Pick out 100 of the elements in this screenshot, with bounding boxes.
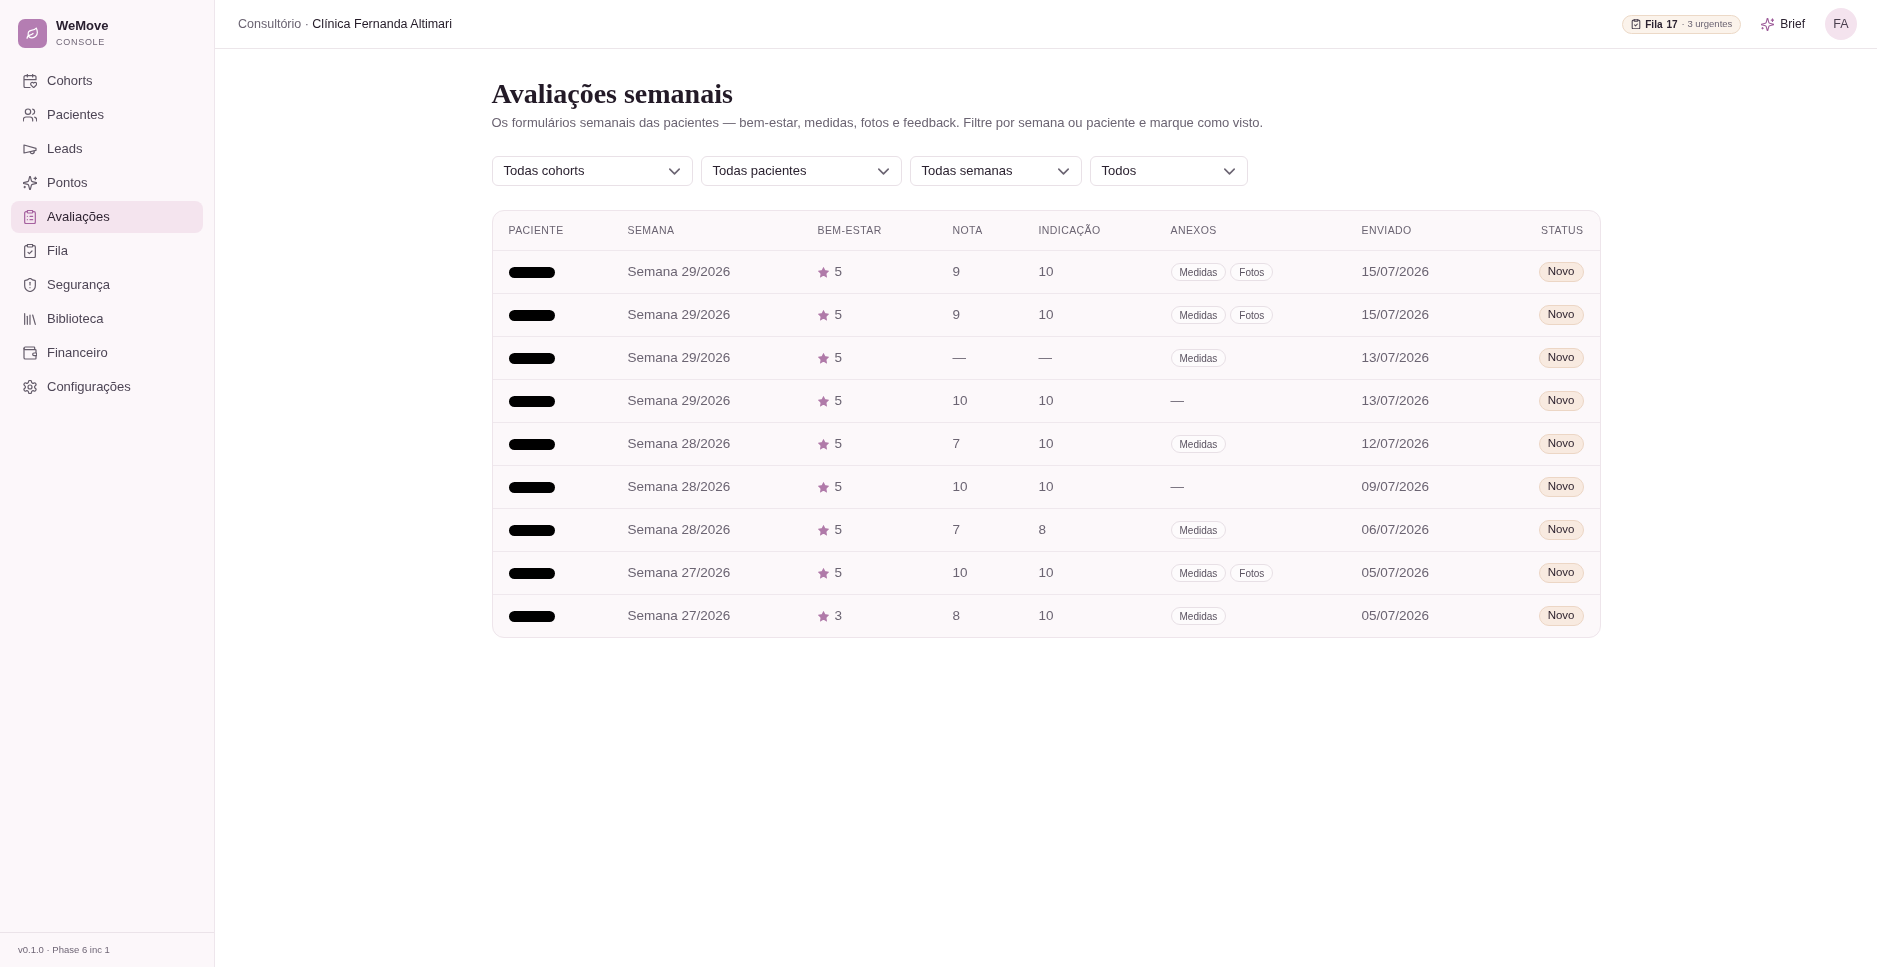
star-icon	[817, 309, 829, 321]
table-cell-text: 05/07/2026	[1361, 606, 1431, 625]
status-badge: Novo	[1538, 563, 1584, 583]
star-icon	[817, 567, 829, 579]
table-cell-text: Semana 28/2026	[627, 477, 732, 496]
table-cell-text: Semana 29/2026	[627, 305, 732, 324]
table-cell-text: 10	[1038, 563, 1055, 582]
table-cell-text: 13/07/2026	[1361, 348, 1431, 367]
table-cell-text: —	[1038, 348, 1053, 367]
filter-dropdown[interactable]: Todas semanas	[909, 156, 1082, 186]
attachment-chip: Medidas	[1170, 263, 1227, 281]
table-cell-text: Semana 27/2026	[627, 563, 732, 582]
table-cell-text: 9	[952, 262, 961, 281]
rating-value: 5	[834, 305, 842, 324]
status-badge: Novo	[1538, 391, 1584, 411]
brand-name: WeMove	[56, 18, 109, 34]
status-badge: Novo	[1538, 434, 1584, 454]
rating-value: 5	[834, 434, 842, 453]
filter-dropdown[interactable]: Todas cohorts	[491, 156, 693, 186]
table-cell-text: 10	[1038, 606, 1055, 625]
nav-item[interactable]: Avaliações	[11, 201, 203, 233]
rating-value: 3	[834, 606, 842, 625]
queue-badge[interactable]: Fila 17 · 3 urgentes	[1622, 14, 1742, 34]
chevron-down-icon	[877, 165, 889, 177]
attachment-chip: Medidas	[1170, 349, 1227, 367]
table-cell-text: 8	[1038, 520, 1047, 539]
table-cell-text: 10	[1038, 305, 1055, 324]
page-description: Os formulários semanais das pacientes — bem-estar, medidas, fotos e feedback. Filtre por semana ou paciente e marque como visto.	[491, 114, 1265, 132]
rating-value: 5	[834, 391, 842, 410]
status-badge: Novo	[1538, 520, 1584, 540]
table-cell-text: 10	[1038, 477, 1055, 496]
table-cell-text: 09/07/2026	[1361, 477, 1431, 496]
nav-item[interactable]: Leads	[11, 133, 203, 165]
filter-dropdown[interactable]: Todas pacientes	[700, 156, 902, 186]
nav-item[interactable]: Segurança	[11, 269, 203, 301]
chevron-down-icon	[1223, 165, 1235, 177]
table-cell-text: 10	[1038, 434, 1055, 453]
chevron-down-icon	[1057, 165, 1069, 177]
nav-item[interactable]: Pacientes	[11, 99, 203, 131]
nav-item[interactable]: Configurações	[11, 371, 203, 403]
column-header: INDICAÇÃO	[1038, 222, 1102, 238]
column-header: STATUS	[1541, 222, 1584, 238]
attachment-chip: Medidas	[1170, 607, 1227, 625]
rating-value: 5	[834, 262, 842, 281]
table-cell-text: 10	[952, 391, 969, 410]
settings-icon	[23, 380, 37, 394]
table-cell-text: 12/07/2026	[1361, 434, 1431, 453]
status-badge: Novo	[1538, 477, 1584, 497]
shield-alert-icon	[23, 278, 37, 292]
nav-item[interactable]: Financeiro	[11, 337, 203, 369]
table-cell-text: Semana 29/2026	[627, 391, 732, 410]
table-cell-text: 7	[952, 520, 961, 539]
column-header: SEMANA	[627, 222, 676, 238]
filter-dropdown[interactable]: Todos	[1089, 156, 1248, 186]
brief-button[interactable]: Brief	[1761, 12, 1805, 36]
table-cell-text: 10	[952, 477, 969, 496]
rating-value: 5	[834, 563, 842, 582]
calendar-heart-icon	[23, 74, 37, 88]
breadcrumb: Consultório · Clínica Fernanda Altimari	[238, 15, 452, 33]
status-badge: Novo	[1538, 348, 1584, 368]
attachment-chip: Fotos	[1230, 263, 1274, 281]
attachment-chip: Medidas	[1170, 521, 1227, 539]
leaf-logo-icon	[18, 18, 47, 48]
column-header: BEM-ESTAR	[817, 222, 883, 238]
table-cell-text: —	[1170, 477, 1184, 496]
table-cell-text: Semana 28/2026	[627, 434, 732, 453]
status-badge: Novo	[1538, 262, 1584, 282]
star-icon	[817, 438, 829, 450]
library-icon	[23, 312, 37, 326]
nav-item[interactable]: Cohorts	[11, 65, 203, 97]
table-cell-text: 8	[952, 606, 961, 625]
rating-value: 5	[834, 520, 842, 539]
page-title: Avaliações semanais	[491, 77, 734, 111]
table-cell-text: Semana 27/2026	[627, 606, 732, 625]
megaphone-icon	[23, 142, 37, 156]
clipboard-check-icon	[23, 244, 37, 258]
star-icon	[817, 352, 829, 364]
attachment-chip: Fotos	[1230, 564, 1274, 582]
attachment-chip: Medidas	[1170, 564, 1227, 582]
column-header: ENVIADO	[1361, 222, 1413, 238]
table-cell-text: 10	[1038, 262, 1055, 281]
table-cell-text: 9	[952, 305, 961, 324]
status-badge: Novo	[1538, 606, 1584, 626]
table-cell-text: 06/07/2026	[1361, 520, 1431, 539]
user-avatar[interactable]: FA	[1825, 8, 1857, 40]
table-cell-text: 10	[952, 563, 969, 582]
star-icon	[817, 395, 829, 407]
sparkles-icon	[23, 176, 37, 190]
column-header: ANEXOS	[1170, 222, 1218, 238]
nav-item[interactable]: Pontos	[11, 167, 203, 199]
table-cell-text: 05/07/2026	[1361, 563, 1431, 582]
star-icon	[817, 610, 829, 622]
nav-item[interactable]: Biblioteca	[11, 303, 203, 335]
table-cell-text: —	[952, 348, 967, 367]
table-cell-text: 10	[1038, 391, 1055, 410]
attachment-chip: Medidas	[1170, 306, 1227, 324]
version-label: v0.1.0 · Phase 6 inc 1	[18, 942, 110, 957]
nav-item[interactable]: Fila	[11, 235, 203, 267]
column-header: NOTA	[952, 222, 984, 238]
table-cell-text: —	[1170, 391, 1184, 410]
